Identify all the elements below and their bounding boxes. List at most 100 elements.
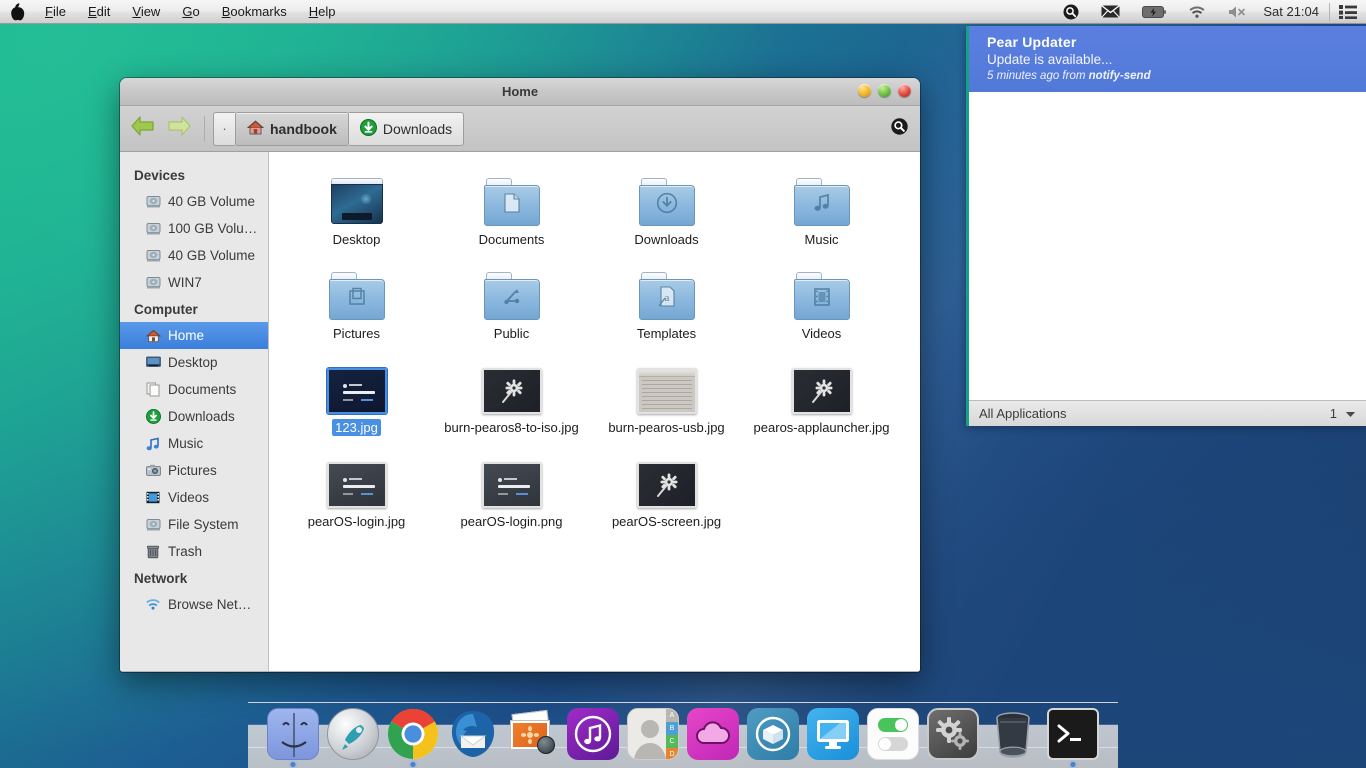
sidebar-item-40gb-volume-1[interactable]: 40 GB Volume [120, 188, 268, 215]
breadcrumb-overflow-button[interactable]: · [213, 112, 235, 146]
maximize-button[interactable] [878, 84, 891, 97]
menu-bar-clock[interactable]: Sat 21:04 [1259, 4, 1329, 19]
search-icon[interactable] [1052, 0, 1090, 24]
minimize-button[interactable] [858, 84, 871, 97]
file-item-public[interactable]: Public [434, 260, 589, 342]
file-item-desktop[interactable]: Desktop [279, 166, 434, 248]
sidebar-item-40gb-volume-2[interactable]: 40 GB Volume [120, 242, 268, 269]
menu-item-file[interactable]: File [34, 0, 77, 24]
dock-item-contacts[interactable]: A B C D [627, 708, 679, 760]
sidebar-item-desktop[interactable]: Desktop [120, 349, 268, 376]
mail-icon[interactable] [1090, 0, 1131, 24]
battery-charging-icon[interactable] [1131, 0, 1177, 24]
dock-item-music[interactable] [567, 708, 619, 760]
menu-item-bookmarks[interactable]: Bookmarks [211, 0, 298, 24]
pear-logo-icon[interactable] [0, 0, 34, 24]
sidebar-label: Trash [168, 544, 202, 559]
window-body: Devices 40 GB Volume 100 GB Volu… 40 GB … [120, 152, 920, 671]
file-item-downloads[interactable]: Downloads [589, 166, 744, 248]
back-arrow-icon[interactable] [130, 115, 156, 142]
file-name: Public [491, 325, 532, 342]
file-thumbnail [790, 264, 854, 320]
dock-item-chrome[interactable] [387, 708, 439, 760]
contacts-icon: A B C D [627, 708, 679, 760]
drive-icon [145, 194, 161, 210]
forward-arrow-icon[interactable] [166, 115, 192, 142]
home-icon [145, 328, 161, 344]
sidebar-item-file-system[interactable]: File System [120, 511, 268, 538]
sidebar-item-videos[interactable]: Videos [120, 484, 268, 511]
window-titlebar[interactable]: Home [120, 78, 920, 106]
menu-item-go[interactable]: Go [171, 0, 210, 24]
notification-item[interactable]: Pear Updater Update is available... 5 mi… [969, 26, 1366, 92]
file-item-pictures[interactable]: Pictures [279, 260, 434, 342]
sidebar-item-home[interactable]: Home [120, 322, 268, 349]
file-thumbnail [790, 358, 854, 414]
image-thumbnail [482, 462, 542, 508]
sparkle-gear-icon [807, 376, 837, 406]
file-item-burn-pearos-usb-jpg[interactable]: burn-pearos-usb.jpg [589, 354, 744, 436]
menu-file-mnemonic: F [45, 4, 53, 19]
finder-icon [267, 708, 319, 760]
volume-muted-icon[interactable] [1217, 0, 1259, 24]
dock-item-finder[interactable] [267, 708, 319, 760]
file-item-videos[interactable]: Videos [744, 260, 899, 342]
file-name: pearOS-login.jpg [305, 513, 409, 530]
file-item-pearos-login-png[interactable]: pearOS-login.png [434, 448, 589, 530]
file-item-documents[interactable]: Documents [434, 166, 589, 248]
menu-view-mnemonic: V [132, 4, 140, 19]
sidebar-label: Videos [168, 490, 209, 505]
dock-item-terminal[interactable] [1047, 708, 1099, 760]
file-thumbnail [635, 452, 699, 508]
drive-icon [145, 221, 161, 237]
desktop-icon [145, 355, 161, 371]
dock-item-thunderbird[interactable] [447, 708, 499, 760]
terminal-icon [1047, 708, 1099, 760]
sidebar-item-browse-network[interactable]: Browse Net… [120, 591, 268, 618]
dock-item-display[interactable] [807, 708, 859, 760]
image-thumbnail [327, 462, 387, 508]
file-name: Desktop [330, 231, 384, 248]
dock-item-launchpad[interactable] [327, 708, 379, 760]
dock-item-cloud[interactable] [687, 708, 739, 760]
sidebar-item-pictures[interactable]: Pictures [120, 457, 268, 484]
notification-footer[interactable]: All Applications 1 [969, 400, 1366, 426]
menu-item-edit[interactable]: Edit [77, 0, 121, 24]
sidebar-item-win7[interactable]: WIN7 [120, 269, 268, 296]
file-item-templates[interactable]: a Templates [589, 260, 744, 342]
file-name: burn-pearos8-to-iso.jpg [441, 419, 581, 436]
sidebar-item-documents[interactable]: Documents [120, 376, 268, 403]
dock-item-settings[interactable] [867, 708, 919, 760]
sidebar-item-100gb-volume[interactable]: 100 GB Volu… [120, 215, 268, 242]
menu-item-view[interactable]: View [121, 0, 171, 24]
close-button[interactable] [898, 84, 911, 97]
file-item-pearos-applauncher-jpg[interactable]: pearos-applauncher.jpg [744, 354, 899, 436]
chevron-down-icon[interactable] [1345, 406, 1356, 421]
dock-item-photos[interactable] [507, 708, 559, 760]
sidebar-item-downloads[interactable]: Downloads [120, 403, 268, 430]
pictures-icon [145, 463, 161, 479]
file-item-123-jpg[interactable]: 123.jpg [279, 354, 434, 436]
file-item-pearos-login-jpg[interactable]: pearOS-login.jpg [279, 448, 434, 530]
breadcrumb-item-downloads[interactable]: Downloads [349, 112, 464, 146]
menu-view-rest: iew [141, 4, 161, 19]
notification-list-icon[interactable] [1330, 0, 1366, 24]
menu-help-rest: elp [318, 4, 335, 19]
file-list-area[interactable]: Desktop Documents [269, 152, 920, 671]
folder-icon [794, 272, 850, 320]
dock-item-system-preferences[interactable] [927, 708, 979, 760]
menu-item-help[interactable]: Help [298, 0, 347, 24]
file-item-burn-pearos8-to-iso-jpg[interactable]: burn-pearos8-to-iso.jpg [434, 354, 589, 436]
wifi-icon[interactable] [1177, 0, 1217, 24]
sidebar-item-trash[interactable]: Trash [120, 538, 268, 565]
dock-item-trash[interactable] [987, 708, 1039, 760]
file-item-pearos-screen-jpg[interactable]: pearOS-screen.jpg [589, 448, 744, 530]
toolbar-search-icon[interactable] [891, 118, 908, 140]
sidebar-item-music[interactable]: Music [120, 430, 268, 457]
notification-meta: 5 minutes ago from notify-send [987, 70, 1350, 82]
sidebar-label: 40 GB Volume [168, 194, 255, 209]
breadcrumb-item-handbook[interactable]: handbook [235, 112, 349, 146]
dock-item-app-store[interactable] [747, 708, 799, 760]
file-item-music[interactable]: Music [744, 166, 899, 248]
folder-icon [329, 272, 385, 320]
